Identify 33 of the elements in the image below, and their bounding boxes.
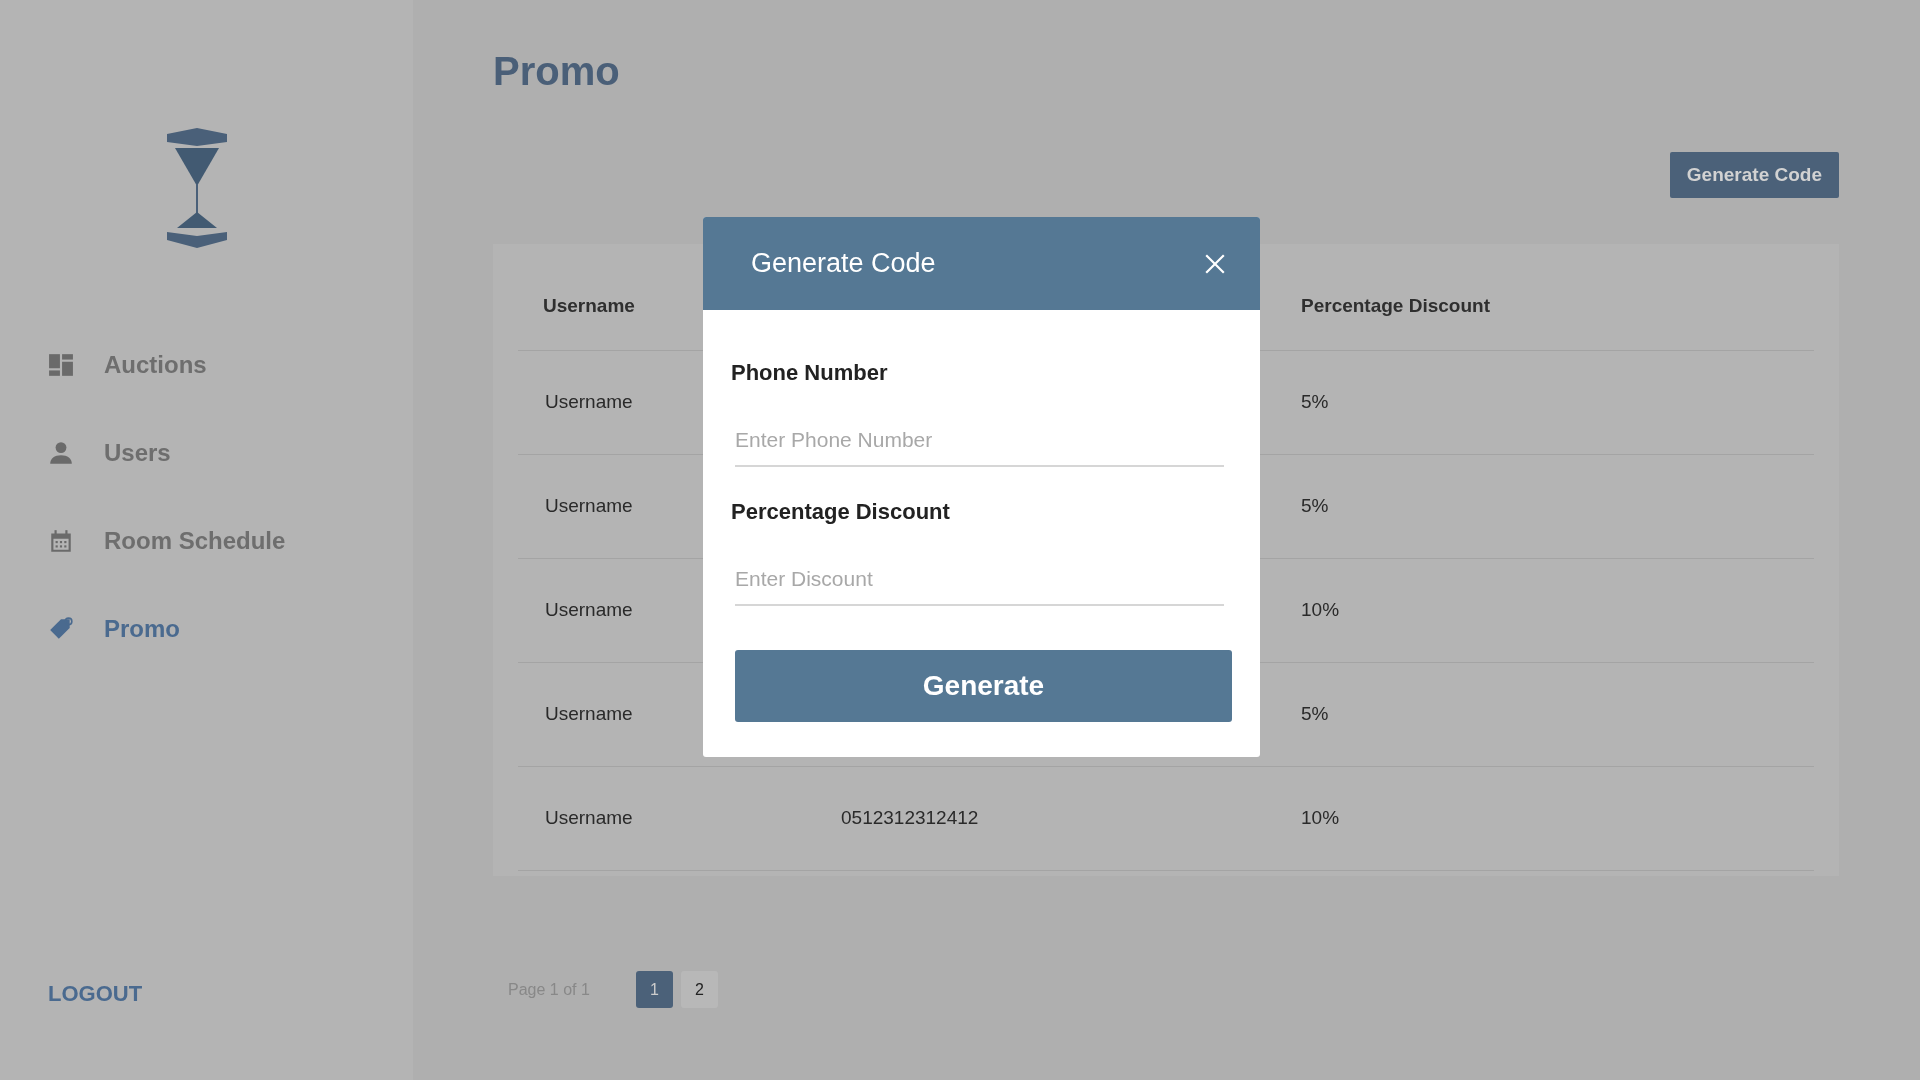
sidebar-item[interactable]: Users (48, 435, 365, 471)
table-cell-text: 10% (1301, 806, 1340, 831)
generate-button[interactable]: Generate (735, 650, 1232, 722)
hourglass-logo-icon (165, 128, 229, 248)
table-cell-text: 5% (1301, 390, 1329, 415)
close-icon[interactable] (1204, 252, 1226, 275)
table-cell-text: 5% (1301, 702, 1329, 727)
calendar-icon (48, 528, 74, 554)
table-cell-text: 10% (1301, 598, 1340, 623)
table-cell-text: 0512312312412 (841, 806, 979, 831)
page-button[interactable]: 2 (680, 971, 718, 1008)
sidebar-item[interactable]: Promo (48, 611, 365, 647)
page-button[interactable]: 1 (635, 971, 673, 1008)
page-title: Promo (493, 48, 621, 95)
logout-link[interactable]: LOGOUT (48, 977, 143, 1010)
table-cell-text: Username (545, 598, 633, 623)
field-label: Phone Number (731, 359, 889, 387)
input-field[interactable]: Enter Discount (735, 554, 1224, 606)
table-cell-text: Username (545, 806, 633, 831)
sidebar-item[interactable]: Room Schedule (48, 523, 365, 559)
column-header: Username (543, 293, 635, 318)
user-icon (48, 440, 74, 466)
dashboard-icon (48, 352, 74, 378)
table-cell-text: Username (545, 702, 633, 727)
column-header: Percentage Discount (1301, 293, 1490, 318)
sidebar-item[interactable]: Auctions (48, 347, 365, 383)
generate-code-button[interactable]: Generate Code (1669, 152, 1839, 198)
modal-title: Generate Code (751, 247, 936, 281)
input-field[interactable]: Enter Phone Number (735, 415, 1224, 467)
table-cell-text: Username (545, 494, 633, 519)
field-label: Percentage Discount (731, 498, 951, 526)
table-cell-text: 5% (1301, 494, 1329, 519)
table-cell-text: Username (545, 390, 633, 415)
